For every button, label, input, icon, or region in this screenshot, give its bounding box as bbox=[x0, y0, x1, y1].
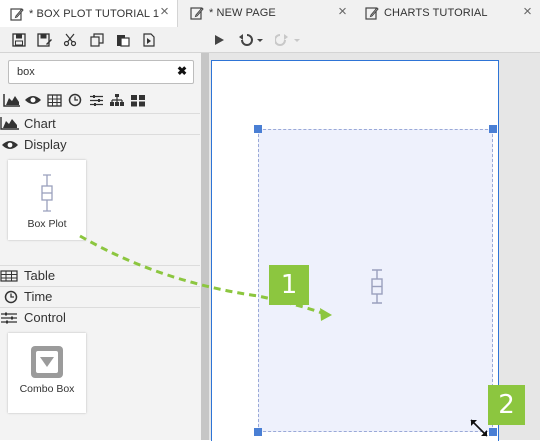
cut-icon[interactable] bbox=[61, 31, 79, 48]
resize-handle-top-left[interactable] bbox=[254, 125, 262, 133]
paste-icon[interactable] bbox=[114, 31, 132, 48]
box-plot-icon bbox=[371, 269, 383, 304]
grid-filter-icon[interactable] bbox=[129, 92, 147, 108]
panel-splitter[interactable] bbox=[201, 53, 209, 440]
chart-icon bbox=[0, 117, 21, 131]
category-label: Control bbox=[24, 310, 66, 325]
chart-filter-icon[interactable] bbox=[3, 92, 21, 108]
category-label: Table bbox=[24, 268, 56, 283]
play-icon[interactable] bbox=[210, 31, 228, 48]
tab-charts-tutorial[interactable]: CHARTS TUTORIAL × bbox=[355, 0, 540, 26]
save-icon[interactable] bbox=[10, 31, 28, 48]
category-label: Display bbox=[24, 137, 67, 152]
redo-icon[interactable] bbox=[274, 31, 302, 48]
resize-handle-bottom-left[interactable] bbox=[254, 428, 262, 436]
tab-label: * NEW PAGE bbox=[209, 7, 276, 19]
edit-icon bbox=[10, 7, 24, 21]
export-icon[interactable] bbox=[140, 31, 158, 48]
tab-label: CHARTS TUTORIAL bbox=[384, 7, 488, 19]
sliders-icon bbox=[0, 311, 21, 325]
category-table[interactable]: Table bbox=[0, 265, 200, 285]
category-display[interactable]: Display bbox=[0, 134, 200, 154]
close-icon[interactable]: × bbox=[338, 4, 347, 20]
step-badge-1: 1 bbox=[269, 265, 309, 305]
save-as-icon[interactable] bbox=[36, 31, 54, 48]
close-icon[interactable]: × bbox=[160, 4, 169, 20]
component-panel: ✖ Chart Display Box Plot Table Time Cont… bbox=[0, 53, 201, 440]
tab-box-plot-tutorial[interactable]: * BOX PLOT TUTORIAL 1 × bbox=[0, 0, 178, 27]
combo-box-component[interactable]: Combo Box bbox=[8, 333, 86, 413]
resize-handle-top-right[interactable] bbox=[489, 125, 497, 133]
search-input[interactable] bbox=[9, 61, 167, 83]
tab-bar: * BOX PLOT TUTORIAL 1 × * NEW PAGE × CHA… bbox=[0, 0, 540, 28]
category-filter-bar bbox=[0, 89, 203, 111]
hierarchy-filter-icon[interactable] bbox=[108, 92, 126, 108]
combo-box-icon bbox=[31, 346, 63, 378]
category-time[interactable]: Time bbox=[0, 286, 200, 306]
copy-icon[interactable] bbox=[88, 31, 106, 48]
category-chart[interactable]: Chart bbox=[0, 113, 200, 133]
clear-search-icon[interactable]: ✖ bbox=[177, 64, 187, 78]
resize-handle-bottom-right[interactable] bbox=[489, 428, 497, 436]
step-badge-2: 2 bbox=[488, 385, 525, 425]
edit-icon bbox=[365, 7, 379, 20]
combo-box-label: Combo Box bbox=[19, 383, 75, 395]
category-control[interactable]: Control bbox=[0, 307, 200, 327]
resize-cursor-icon bbox=[470, 419, 488, 437]
table-icon bbox=[0, 269, 21, 283]
eye-filter-icon[interactable] bbox=[24, 92, 42, 108]
category-label: Chart bbox=[24, 116, 56, 131]
category-label: Time bbox=[24, 289, 53, 304]
tab-new-page[interactable]: * NEW PAGE × bbox=[180, 0, 355, 26]
search-box[interactable]: ✖ bbox=[8, 60, 194, 84]
box-plot-component[interactable]: Box Plot bbox=[8, 160, 86, 240]
eye-icon bbox=[0, 138, 21, 152]
clock-icon bbox=[0, 290, 21, 304]
undo-icon[interactable] bbox=[237, 31, 265, 48]
control-filter-icon[interactable] bbox=[87, 92, 105, 108]
toolbar bbox=[0, 27, 540, 53]
tab-label: * BOX PLOT TUTORIAL 1 bbox=[29, 7, 159, 20]
close-icon[interactable]: × bbox=[523, 4, 532, 20]
table-filter-icon[interactable] bbox=[45, 92, 63, 108]
time-filter-icon[interactable] bbox=[66, 92, 84, 108]
edit-icon bbox=[190, 7, 204, 20]
box-plot-label: Box Plot bbox=[27, 218, 67, 230]
box-plot-icon bbox=[41, 174, 53, 212]
